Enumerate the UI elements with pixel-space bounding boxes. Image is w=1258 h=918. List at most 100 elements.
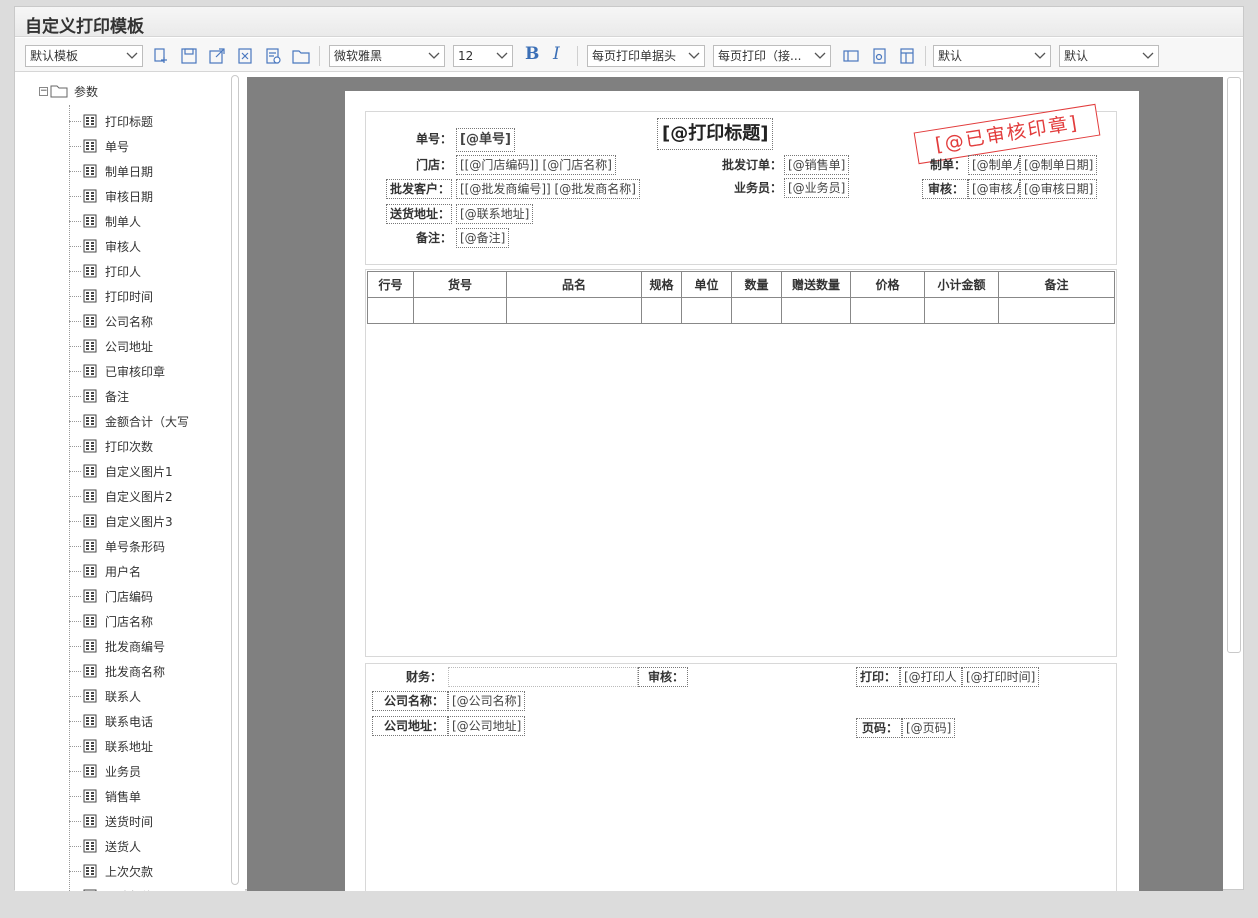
template-select[interactable]: 默认模板: [25, 45, 143, 67]
detail-empty-row[interactable]: [367, 297, 1115, 324]
footer-band[interactable]: 财务： 审核： 打印： [@打印人 [@打印时间] 公司名称： [@公司名称] …: [365, 663, 1117, 891]
export-icon[interactable]: [207, 46, 227, 66]
address-field[interactable]: [@联系地址]: [456, 204, 534, 224]
tree-item[interactable]: 批发商编号: [69, 636, 165, 656]
column-header[interactable]: 小计金额: [924, 271, 999, 298]
tree-item[interactable]: 单号条形码: [69, 536, 165, 556]
tree-item[interactable]: 批发商名称: [69, 661, 165, 681]
column-header[interactable]: 货号: [413, 271, 507, 298]
default-select-b[interactable]: 默认: [1059, 45, 1159, 67]
finance-field[interactable]: [448, 667, 638, 687]
table-cell[interactable]: [924, 297, 999, 324]
tree-item[interactable]: 联系地址: [69, 736, 153, 756]
tree-item[interactable]: 审核日期: [69, 186, 153, 206]
tree-item[interactable]: 打印人: [69, 261, 141, 281]
column-header[interactable]: 规格: [641, 271, 682, 298]
tree-item[interactable]: 累计欠款: [69, 886, 153, 891]
save-icon[interactable]: [179, 46, 199, 66]
auditor-field[interactable]: [@审核人: [968, 179, 1020, 199]
table-cell[interactable]: [506, 297, 642, 324]
print-by-field[interactable]: [@打印人: [900, 667, 962, 687]
tree-item[interactable]: 金额合计（大写: [69, 411, 189, 431]
delete-icon[interactable]: [235, 46, 255, 66]
tree-item[interactable]: 已审核印章: [69, 361, 165, 381]
bold-button[interactable]: B: [525, 44, 539, 64]
tree-item[interactable]: 公司名称: [69, 311, 153, 331]
table-cell[interactable]: [641, 297, 682, 324]
column-header[interactable]: 品名: [506, 271, 642, 298]
preview-icon[interactable]: [263, 46, 283, 66]
tree-item[interactable]: 打印时间: [69, 286, 153, 306]
page-settings-icon[interactable]: [869, 46, 889, 66]
table-cell[interactable]: [367, 297, 414, 324]
tree-item[interactable]: 打印次数: [69, 436, 153, 456]
tree-item[interactable]: 门店名称: [69, 611, 153, 631]
tree-item[interactable]: 联系人: [69, 686, 141, 706]
tree-item[interactable]: 制单人: [69, 211, 141, 231]
field-icon: [83, 389, 97, 403]
tree-scrollbar[interactable]: [231, 75, 239, 885]
column-header[interactable]: 备注: [998, 271, 1115, 298]
tree-item[interactable]: 单号: [69, 136, 129, 156]
tree-item[interactable]: 门店编码: [69, 586, 153, 606]
print-title-field[interactable]: [@打印标题]: [657, 118, 774, 150]
tree-item[interactable]: 用户名: [69, 561, 141, 581]
tree-item[interactable]: 自定义图片1: [69, 461, 173, 481]
table-cell[interactable]: [850, 297, 925, 324]
company-name-field[interactable]: [@公司名称]: [448, 691, 526, 711]
canvas-scrollbar[interactable]: [1227, 77, 1241, 653]
column-header[interactable]: 行号: [367, 271, 414, 298]
print-time-field[interactable]: [@打印时间]: [962, 667, 1040, 687]
column-header[interactable]: 赠送数量: [781, 271, 851, 298]
maker-date-field[interactable]: [@制单日期]: [1020, 155, 1098, 175]
add-icon[interactable]: [151, 46, 171, 66]
tree-item[interactable]: 送货人: [69, 836, 141, 856]
header-band[interactable]: [@打印标题] [@已审核印章] 单号： [@单号] 门店： [[@门店编码]]…: [365, 103, 1117, 265]
wholesale-order-field[interactable]: [@销售单]: [784, 155, 850, 175]
tree-item[interactable]: 公司地址: [69, 336, 153, 356]
default-select-a[interactable]: 默认: [933, 45, 1051, 67]
print-mode-select[interactable]: 每页打印（接...: [713, 45, 831, 67]
tree-item[interactable]: 送货时间: [69, 811, 153, 831]
tree-connector: [69, 470, 81, 472]
column-header[interactable]: 数量: [731, 271, 782, 298]
table-cell[interactable]: [413, 297, 507, 324]
folder-icon[interactable]: [291, 46, 311, 66]
table-cell[interactable]: [731, 297, 782, 324]
company-address-field[interactable]: [@公司地址]: [448, 716, 526, 736]
maker-field[interactable]: [@制单人: [968, 155, 1020, 175]
remark-field[interactable]: [@备注]: [456, 228, 510, 248]
store-field[interactable]: [[@门店编码]] [@门店名称]: [456, 155, 616, 175]
salesman-field[interactable]: [@业务员]: [784, 178, 850, 198]
page-layout-icon[interactable]: [897, 46, 917, 66]
customer-field[interactable]: [[@批发商编号]] [@批发商名称]: [456, 179, 640, 199]
header-print-select[interactable]: 每页打印单据头: [587, 45, 705, 67]
detail-band[interactable]: 行号 货号 品名 规格 单位 数量 赠送数量 价格 小计金额 备注: [365, 269, 1117, 657]
tree-item[interactable]: 制单日期: [69, 161, 153, 181]
detail-table[interactable]: 行号 货号 品名 规格 单位 数量 赠送数量 价格 小计金额 备注: [367, 271, 1115, 324]
tree-item[interactable]: 上次欠款: [69, 861, 153, 881]
page-no-field[interactable]: [@页码]: [902, 718, 956, 738]
audit-date-field[interactable]: [@审核日期]: [1020, 179, 1098, 199]
tree-item[interactable]: 自定义图片2: [69, 486, 173, 506]
tree-item[interactable]: 销售单: [69, 786, 141, 806]
layout-icon[interactable]: [841, 46, 861, 66]
font-select[interactable]: 微软雅黑: [329, 45, 445, 67]
collapse-icon[interactable]: −: [39, 86, 48, 96]
table-cell[interactable]: [998, 297, 1115, 324]
tree-item[interactable]: 业务员: [69, 761, 141, 781]
tree-item[interactable]: 打印标题: [69, 111, 153, 131]
font-size-select[interactable]: 12: [453, 45, 513, 67]
tree-item[interactable]: 自定义图片3: [69, 511, 173, 531]
italic-button[interactable]: I: [553, 44, 560, 64]
table-cell[interactable]: [681, 297, 732, 324]
tree-root[interactable]: − 参数: [39, 83, 98, 99]
table-cell[interactable]: [781, 297, 851, 324]
column-header[interactable]: 单位: [681, 271, 732, 298]
tree-item[interactable]: 联系电话: [69, 711, 153, 731]
tree-item-label: 用户名: [105, 564, 142, 579]
order-no-field[interactable]: [@单号]: [456, 128, 515, 152]
tree-item[interactable]: 备注: [69, 386, 129, 406]
tree-item[interactable]: 审核人: [69, 236, 141, 256]
column-header[interactable]: 价格: [850, 271, 925, 298]
